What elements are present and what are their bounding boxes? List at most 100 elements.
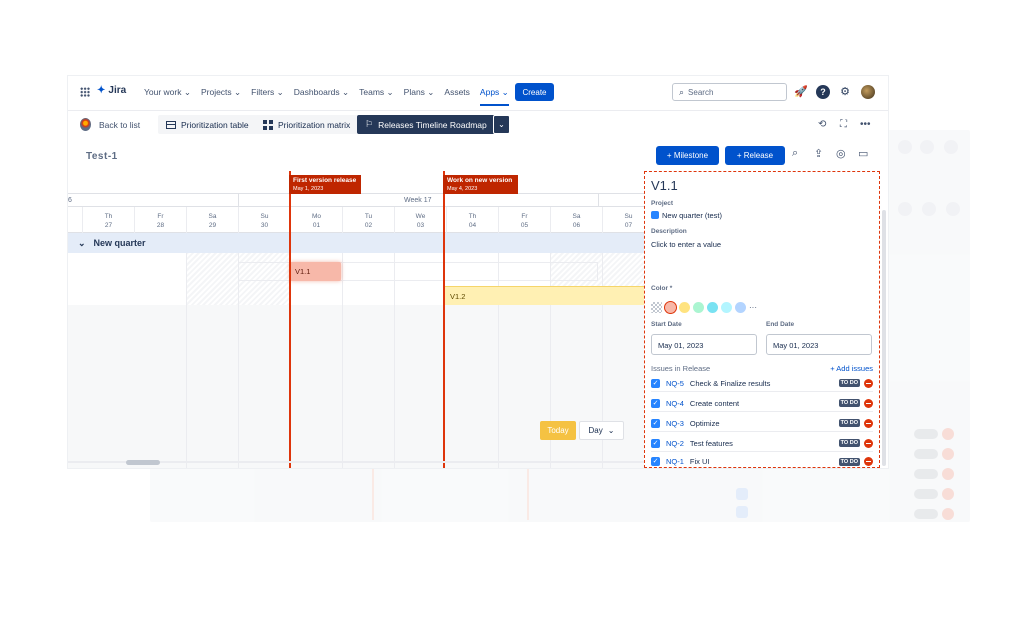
color-swatch-teal[interactable] — [707, 302, 718, 313]
color-swatch-yellow[interactable] — [679, 302, 690, 313]
remove-issue-icon[interactable] — [864, 438, 873, 448]
color-swatch-cyan[interactable] — [721, 302, 732, 313]
release-detail-panel: V1.1 Project New quarter (test) Descript… — [644, 171, 880, 468]
end-date-input[interactable]: May 01, 2023 — [766, 334, 872, 355]
tab-releases-timeline-roadmap[interactable]: ⚐ Releases Timeline Roadmap — [357, 115, 495, 134]
jira-logo[interactable]: ✦ Jira — [97, 85, 126, 96]
color-swatch-red[interactable] — [665, 302, 676, 313]
checkbox-icon[interactable]: ✓ — [651, 418, 660, 428]
day-number: 28 — [156, 222, 165, 229]
feedback-icon[interactable]: ◎ — [836, 147, 846, 160]
day-name: Mo — [311, 213, 322, 220]
nav-plans[interactable]: Plans ⌄ — [404, 87, 435, 106]
user-avatar[interactable] — [861, 85, 875, 99]
release-title[interactable]: V1.1 — [651, 178, 678, 193]
issue-key[interactable]: NQ-5 — [666, 379, 684, 388]
tab-label: Prioritization matrix — [278, 119, 351, 130]
day-name: Th — [468, 213, 477, 220]
view-dropdown-chevron-icon[interactable]: ⌄ — [493, 115, 510, 134]
checkbox-icon[interactable]: ✓ — [651, 398, 660, 408]
day-name: Th — [104, 213, 113, 220]
day-number: 04 — [468, 222, 477, 229]
timeline-grid[interactable]: 6 Week 17 Th 27 Fr 28 Sa 29 Su 30 Mo 01 Tu 02 … — [68, 171, 646, 468]
tab-prioritization-matrix[interactable]: Prioritization matrix — [255, 115, 359, 134]
nav-assets[interactable]: Assets — [444, 87, 470, 106]
status-badge: TO DO — [838, 419, 860, 427]
checkbox-icon[interactable]: ✓ — [651, 438, 660, 448]
panel-vertical-scrollbar[interactable] — [882, 210, 886, 466]
more-colors-icon[interactable]: ··· — [749, 303, 757, 312]
issue-key[interactable]: NQ-1 — [666, 457, 684, 466]
remove-issue-icon[interactable] — [864, 457, 873, 466]
create-button[interactable]: Create — [515, 83, 554, 101]
back-to-list-link[interactable]: Back to list — [80, 118, 140, 131]
nav-teams[interactable]: Teams ⌄ — [359, 87, 394, 106]
color-swatch-blue[interactable] — [735, 302, 746, 313]
day-name: Su — [260, 213, 269, 220]
release-bar-v1-1[interactable]: V1.1 — [290, 262, 341, 281]
app-toolbar: Back to list Prioritization table Priori… — [68, 110, 888, 136]
issue-key[interactable]: NQ-4 — [666, 399, 684, 408]
remove-issue-icon[interactable] — [864, 398, 873, 408]
release-bar-v1-2[interactable]: V1.2 — [444, 286, 646, 305]
milestone-flag-first-version[interactable]: First version release May 1, 2023 — [289, 175, 361, 194]
start-date-input[interactable]: May 01, 2023 — [651, 334, 757, 355]
remove-issue-icon[interactable] — [864, 378, 873, 388]
day-name: Fr — [157, 213, 164, 220]
search-icon[interactable]: ⌕ — [792, 147, 798, 160]
tab-prioritization-table[interactable]: Prioritization table — [158, 115, 257, 134]
day-number: 07 — [624, 222, 633, 229]
issue-row[interactable]: ✓ NQ-1 Fix UI TO DO — [651, 453, 873, 470]
issue-row[interactable]: ✓ NQ-3 Optimize TO DO — [651, 415, 873, 432]
day-number: 05 — [520, 222, 529, 229]
app-switcher-icon[interactable] — [80, 87, 90, 97]
nav-filters[interactable]: Filters ⌄ — [251, 87, 284, 106]
collapse-chevron-icon[interactable]: ⌄ — [78, 238, 86, 249]
day-name: Fr — [521, 213, 528, 220]
zoom-select[interactable]: Day ⌄ — [579, 421, 624, 440]
milestone-date: May 4, 2023 — [447, 186, 478, 192]
issue-key[interactable]: NQ-2 — [666, 439, 684, 448]
help-icon[interactable]: ? — [816, 85, 830, 99]
color-swatch-green[interactable] — [693, 302, 704, 313]
horizontal-scrollbar[interactable] — [126, 460, 160, 465]
add-issues-link[interactable]: + Add issues — [830, 364, 873, 373]
issue-key[interactable]: NQ-3 — [666, 419, 684, 428]
milestone-title: Work on new version — [447, 177, 513, 184]
nav-projects[interactable]: Projects ⌄ — [201, 87, 241, 106]
milestone-flag-new-version[interactable]: Work on new version May 4, 2023 — [443, 175, 518, 194]
checkbox-icon[interactable]: ✓ — [651, 378, 660, 388]
settings-gear-icon[interactable]: ⚙ — [838, 85, 852, 99]
fullscreen-icon[interactable]: ⛶ — [840, 119, 847, 130]
refresh-icon[interactable]: ⟲ — [818, 119, 826, 130]
add-release-button[interactable]: + Release — [725, 146, 785, 165]
no-color-swatch[interactable] — [651, 302, 662, 313]
week-divider — [238, 194, 239, 207]
remove-issue-icon[interactable] — [864, 418, 873, 428]
grid-line — [238, 253, 239, 468]
nav-dashboards[interactable]: Dashboards ⌄ — [294, 87, 349, 106]
group-row-new-quarter[interactable]: ⌄ New quarter — [68, 233, 646, 253]
ghost-checkbox-icon — [736, 488, 748, 500]
share-icon[interactable]: ⇪ — [814, 147, 823, 160]
more-options-icon[interactable]: ••• — [860, 119, 871, 130]
day-cell: Th 04 — [446, 207, 498, 233]
day-cell: Sa 06 — [550, 207, 602, 233]
project-value[interactable]: New quarter (test) — [651, 211, 722, 220]
nav-your-work[interactable]: Your work ⌄ — [144, 87, 191, 106]
card-view-icon[interactable]: ▭ — [858, 147, 868, 160]
day-number: 30 — [260, 222, 269, 229]
add-milestone-button[interactable]: + Milestone — [656, 146, 719, 165]
issue-row[interactable]: ✓ NQ-2 Test features TO DO — [651, 435, 873, 452]
issue-row[interactable]: ✓ NQ-4 Create content TO DO — [651, 395, 873, 412]
issue-row[interactable]: ✓ NQ-5 Check & Finalize results TO DO — [651, 375, 873, 392]
today-button[interactable]: Today — [540, 421, 576, 440]
description-field[interactable]: Click to enter a value — [651, 240, 721, 249]
notifications-rocket-icon[interactable]: 🚀 — [794, 85, 808, 99]
nav-apps[interactable]: Apps ⌄ — [479, 87, 509, 106]
day-cell: Mo 01 — [290, 207, 342, 233]
checkbox-icon[interactable]: ✓ — [651, 457, 660, 466]
search-input[interactable]: ⌕ Search — [672, 83, 787, 101]
status-badge: TO DO — [838, 379, 860, 387]
ghost-icon — [922, 202, 936, 216]
